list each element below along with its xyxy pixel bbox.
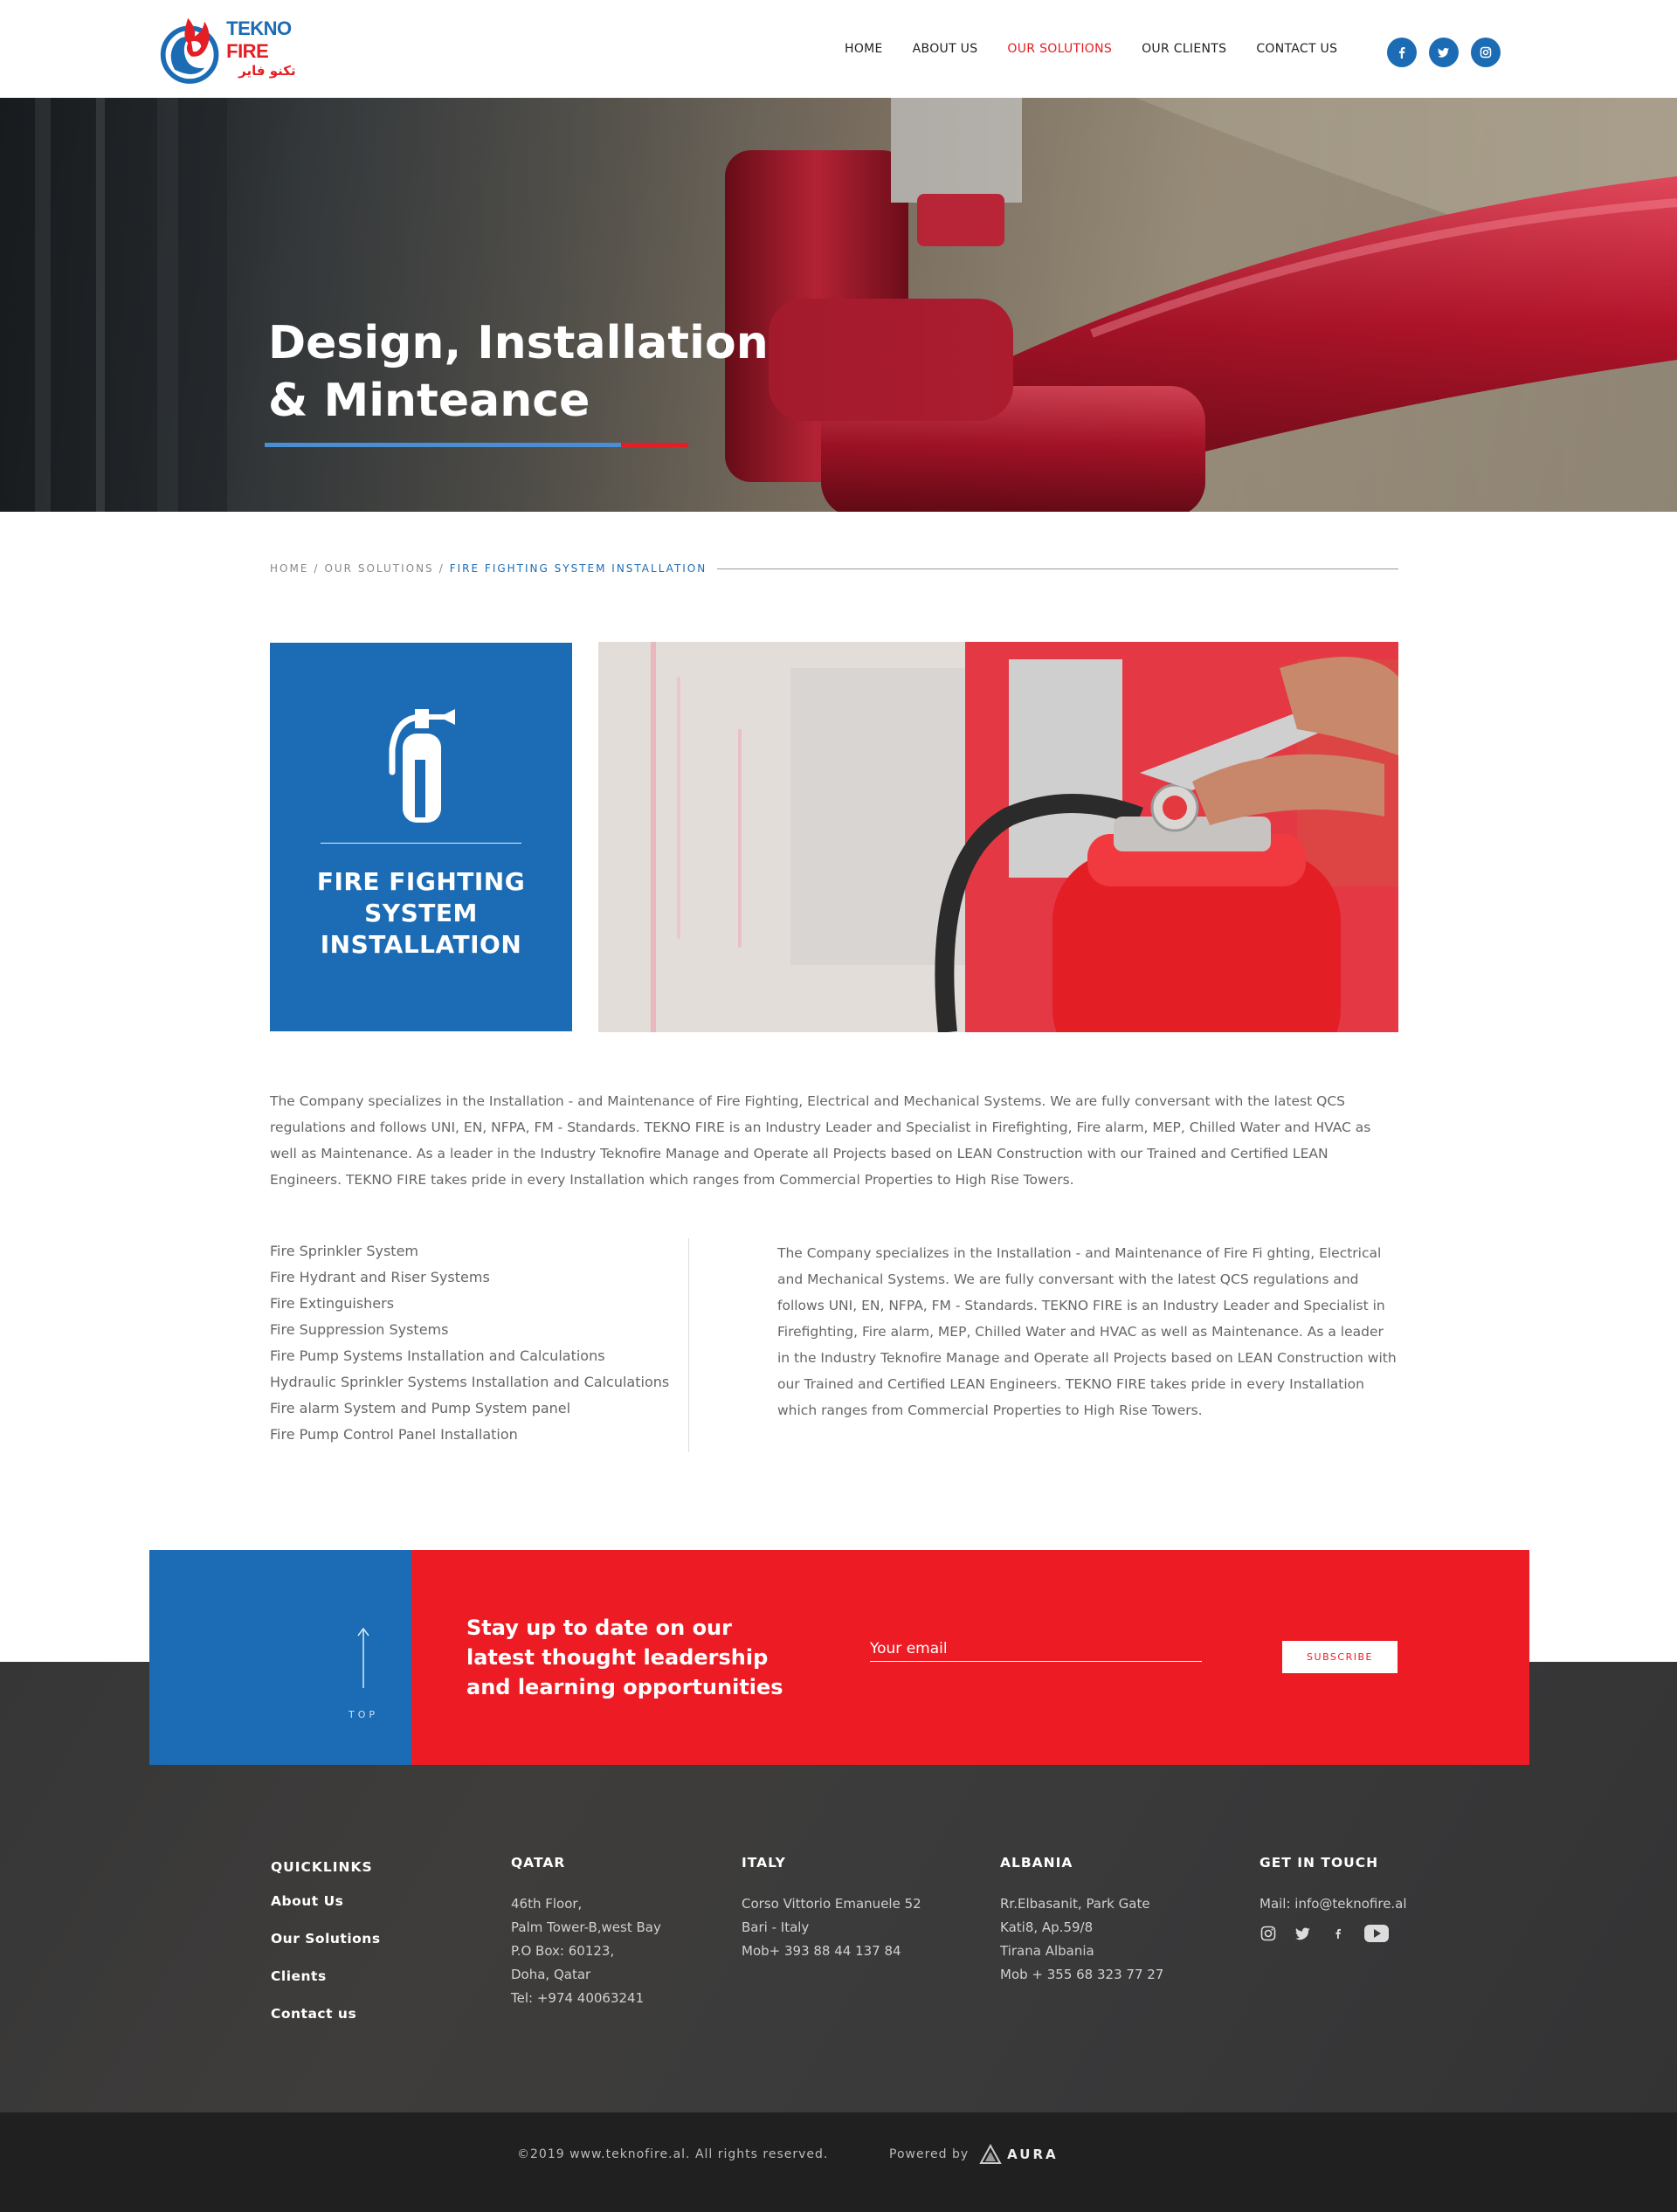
facebook-icon[interactable]: [1387, 38, 1417, 67]
list-item: Fire Suppression Systems: [270, 1321, 449, 1338]
footer-contact: GET IN TOUCH Mail: info@teknofire.al: [1259, 1851, 1407, 1942]
footer-albania: ALBANIA Rr.Elbasanit, Park Gate Kati8, A…: [1000, 1851, 1163, 1987]
facebook-icon[interactable]: [1329, 1925, 1347, 1942]
feature-title: FIRE FIGHTING SYSTEM INSTALLATION: [316, 867, 526, 959]
twitter-icon[interactable]: [1294, 1925, 1312, 1942]
site-header: TEKNO FIRE تكنو فاير HOME ABOUT US OUR S…: [0, 0, 1677, 98]
flame-eagle-logo-icon: [160, 17, 219, 84]
list-item: Hydraulic Sprinkler Systems Installation…: [270, 1374, 670, 1390]
footer-link-contact[interactable]: Contact us: [271, 1995, 381, 2033]
hero-title: Design, Installation & Minteance: [268, 317, 769, 427]
footer-italy: ITALY Corso Vittorio Emanuele 52 Bari - …: [742, 1851, 921, 1963]
arrow-up-icon: [357, 1627, 369, 1688]
nav-solutions[interactable]: OUR SOLUTIONS: [1007, 42, 1112, 56]
footer-link-clients[interactable]: Clients: [271, 1958, 381, 1995]
quicklinks-title: QUICKLINKS: [271, 1859, 373, 1875]
newsletter-section: Stay up to date on our latest thought le…: [411, 1550, 1529, 1765]
copyright-text: ©2019 www.teknofire.al. All rights reser…: [517, 2147, 829, 2161]
footer-qatar: QATAR 46th Floor, Palm Tower-B,west Bay …: [511, 1851, 661, 2010]
list-item: Fire alarm System and Pump System panel: [270, 1400, 571, 1416]
feature-divider: [321, 843, 521, 844]
logo-arabic-wordmark: تكنو فاير: [238, 63, 296, 79]
footer-bottom-bar: [0, 2112, 1677, 2212]
nav-about[interactable]: ABOUT US: [913, 42, 978, 56]
main-nav: HOME ABOUT US OUR SOLUTIONS OUR CLIENTS …: [845, 42, 1367, 56]
solution-feature-card: FIRE FIGHTING SYSTEM INSTALLATION: [270, 643, 572, 1031]
instagram-icon[interactable]: [1471, 38, 1501, 67]
fire-sprinkler-pipe-image: [0, 98, 1677, 512]
aura-logo-icon: [979, 2144, 1002, 2164]
top-label: TOP: [348, 1709, 378, 1720]
list-item: Fire Pump Systems Installation and Calcu…: [270, 1347, 605, 1364]
breadcrumb-solutions[interactable]: OUR SOLUTIONS: [324, 562, 433, 575]
italy-title: ITALY: [742, 1855, 786, 1871]
fire-extinguisher-icon: [389, 709, 455, 823]
list-item: Fire Pump Control Panel Installation: [270, 1426, 518, 1443]
list-item: Fire Hydrant and Riser Systems: [270, 1269, 490, 1285]
logo-wordmark: TEKNO FIRE: [226, 17, 292, 62]
hero-underline: [265, 443, 688, 447]
back-to-top-button[interactable]: TOP: [149, 1550, 411, 1765]
contact-title: GET IN TOUCH: [1259, 1855, 1379, 1871]
instagram-icon[interactable]: [1259, 1925, 1277, 1942]
nav-clients[interactable]: OUR CLIENTS: [1142, 42, 1226, 56]
list-item: Fire Sprinkler System: [270, 1243, 418, 1259]
footer-quicklinks: QUICKLINKS About Us Our Solutions Client…: [271, 1856, 381, 2033]
breadcrumb: HOME / OUR SOLUTIONS / FIRE FIGHTING SYS…: [270, 562, 1398, 575]
nav-contact[interactable]: CONTACT US: [1256, 42, 1337, 56]
powered-by-label: Powered by: [889, 2147, 970, 2161]
breadcrumb-current: FIRE FIGHTING SYSTEM INSTALLATION: [449, 562, 707, 575]
footer-social: [1259, 1925, 1407, 1942]
list-item: Fire Extinguishers: [270, 1295, 395, 1312]
site-logo[interactable]: TEKNO FIRE تكنو فاير: [158, 9, 333, 87]
footer-link-solutions[interactable]: Our Solutions: [271, 1920, 381, 1958]
qatar-title: QATAR: [511, 1855, 566, 1871]
newsletter-headline: Stay up to date on our latest thought le…: [466, 1616, 783, 1699]
breadcrumb-home[interactable]: HOME: [270, 562, 308, 575]
albania-title: ALBANIA: [1000, 1855, 1073, 1871]
twitter-icon[interactable]: [1429, 38, 1459, 67]
email-input[interactable]: [870, 1636, 1202, 1662]
nav-home[interactable]: HOME: [845, 42, 883, 56]
services-description: The Company specializes in the Installat…: [777, 1245, 1397, 1418]
services-list: Fire Sprinkler System Fire Hydrant and R…: [270, 1238, 689, 1452]
fire-extinguisher-photo: [598, 642, 1398, 1032]
footer-link-about[interactable]: About Us: [271, 1883, 381, 1920]
subscribe-button[interactable]: SUBSCRIBE: [1282, 1641, 1398, 1673]
header-social: [1387, 38, 1513, 67]
youtube-icon[interactable]: [1364, 1925, 1389, 1942]
intro-paragraph: The Company specializes in the Installat…: [270, 1093, 1371, 1188]
powered-by: Powered by AURA: [889, 2144, 1059, 2165]
contact-mail[interactable]: Mail: info@teknofire.al: [1259, 1892, 1407, 1916]
hero-banner: Design, Installation & Minteance: [0, 98, 1677, 512]
aura-logo[interactable]: AURA: [979, 2144, 1059, 2165]
